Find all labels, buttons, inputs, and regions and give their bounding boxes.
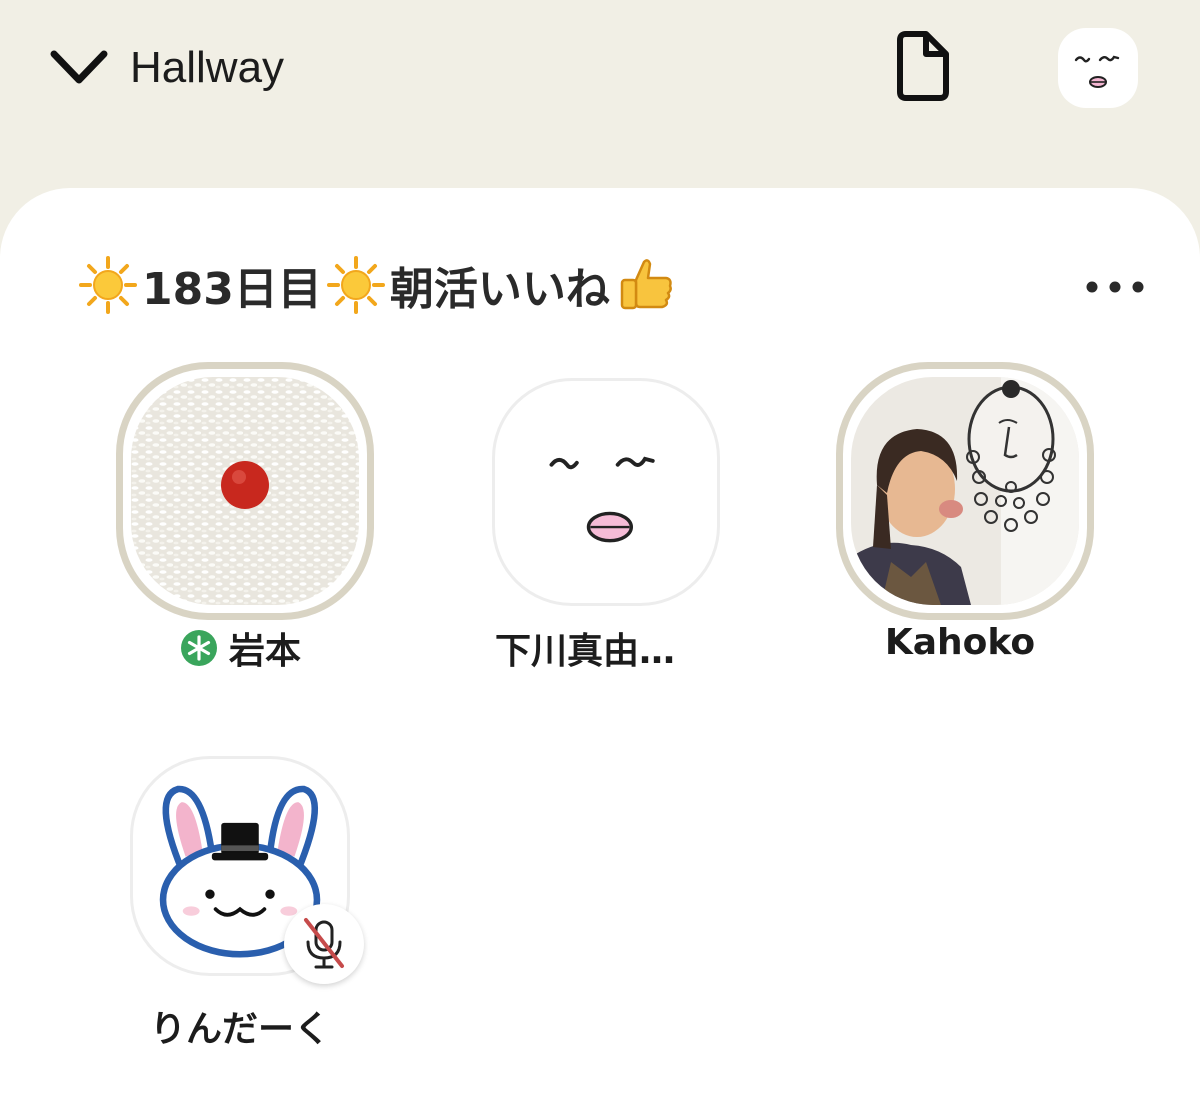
top-bar: Hallway bbox=[0, 0, 1200, 188]
document-icon[interactable] bbox=[892, 30, 954, 102]
member-name: Kahoko bbox=[884, 622, 1036, 663]
sun-emoji bbox=[326, 256, 385, 314]
person-photo-image bbox=[851, 377, 1079, 605]
member-name: 岩本 bbox=[228, 631, 301, 672]
member-avatar[interactable] bbox=[492, 378, 720, 606]
ellipsis-icon[interactable] bbox=[1080, 272, 1150, 302]
avatar-face-icon bbox=[1074, 55, 1120, 88]
member-name: 下川真由… bbox=[494, 631, 675, 672]
mute-badge bbox=[284, 904, 364, 984]
room-title[interactable]: 183日目 朝活いいね bbox=[78, 252, 676, 318]
rice-umeboshi-image bbox=[131, 377, 359, 605]
room-title-text: 朝活いいね bbox=[389, 264, 610, 315]
speaking-ring bbox=[116, 362, 374, 620]
new-member-icon bbox=[180, 630, 217, 666]
chevron-down-icon[interactable] bbox=[48, 44, 110, 90]
profile-button[interactable] bbox=[1058, 28, 1138, 108]
thumbs-up-emoji bbox=[620, 259, 672, 310]
member-avatar[interactable] bbox=[851, 377, 1079, 605]
avatar-face-icon bbox=[549, 456, 655, 543]
hallway-label[interactable]: Hallway bbox=[130, 40, 284, 96]
member-name-row: 岩本 bbox=[150, 622, 330, 674]
room-title-day: 183日目 bbox=[142, 264, 322, 315]
member-avatar[interactable] bbox=[131, 377, 359, 605]
sun-emoji bbox=[79, 256, 137, 314]
speaking-ring bbox=[836, 362, 1094, 620]
member-name: りんだーく bbox=[149, 1009, 330, 1050]
mic-muted-icon bbox=[304, 918, 344, 969]
